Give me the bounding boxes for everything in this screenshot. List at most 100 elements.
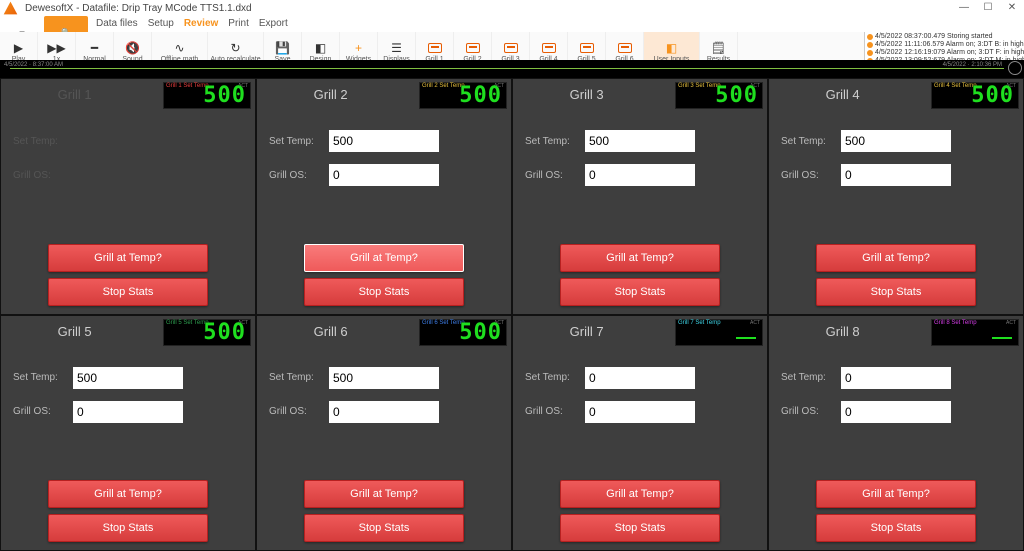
window-minimize-button[interactable]: —: [952, 1, 976, 15]
window-close-button[interactable]: ✕: [1000, 1, 1024, 15]
panel-buttons: Grill at Temp? Stop Stats: [257, 480, 511, 542]
submenu-item-review[interactable]: Review: [184, 18, 218, 29]
lcd-value: 500: [459, 83, 502, 108]
panel-fields: Set Temp:Grill OS:: [269, 364, 499, 432]
submenu-item-data-files[interactable]: Data files: [96, 18, 138, 29]
grill-at-temp-button[interactable]: Grill at Temp?: [560, 480, 720, 508]
input-grillos[interactable]: [841, 164, 951, 186]
window-maximize-button[interactable]: ☐: [976, 1, 1000, 15]
grill-at-temp-button[interactable]: Grill at Temp?: [304, 480, 464, 508]
clock-icon[interactable]: [1008, 61, 1022, 75]
label-grillos: Grill OS:: [269, 170, 329, 181]
input-grillos[interactable]: [585, 164, 695, 186]
lcd-value: 500: [203, 83, 246, 108]
input-settemp[interactable]: [841, 367, 951, 389]
event-text: 4/5/2022 11:11:06.579 Alarm on; 3:DT B: …: [875, 41, 1024, 49]
lcd-value: 500: [715, 83, 758, 108]
grill-at-temp-button[interactable]: Grill at Temp?: [816, 244, 976, 272]
stop-stats-button[interactable]: Stop Stats: [304, 514, 464, 542]
stop-stats-button[interactable]: Stop Stats: [816, 514, 976, 542]
panel-title: Grill 6: [257, 324, 404, 339]
panel-fields: Set Temp:Grill OS:: [781, 127, 1011, 195]
panel-buttons: Grill at Temp? Stop Stats: [513, 244, 767, 306]
event-row: 4/5/2022 08:37:00.479 Storing started: [867, 33, 1022, 41]
lcd-value: 500: [203, 320, 246, 345]
lcd-value: 500: [971, 83, 1014, 108]
event-row: 4/5/2022 11:11:06.579 Alarm on; 3:DT B: …: [867, 41, 1022, 49]
panel-title: Grill 2: [257, 87, 404, 102]
lcd-value: 500: [459, 320, 502, 345]
panel-title: Grill 4: [769, 87, 916, 102]
stop-stats-button[interactable]: Stop Stats: [48, 278, 208, 306]
input-grillos[interactable]: [73, 401, 183, 423]
lcd-display: Grill 6 Set TempACT500: [419, 319, 507, 346]
field-row-settemp: Set Temp:: [13, 364, 243, 392]
timeline-end-label: 4/5/2022 · 2:10:36 PM: [943, 62, 1002, 68]
grill-at-temp-button[interactable]: Grill at Temp?: [304, 244, 464, 272]
stop-stats-button[interactable]: Stop Stats: [560, 514, 720, 542]
panel-grill-5: Grill 5Grill 5 Set TempACT500Set Temp:Gr…: [0, 315, 256, 551]
panel-buttons: Grill at Temp? Stop Stats: [257, 244, 511, 306]
grill-at-temp-button[interactable]: Grill at Temp?: [48, 480, 208, 508]
userinputs-icon: ◧: [666, 40, 677, 56]
panel-buttons: Grill at Temp? Stop Stats: [1, 244, 255, 306]
lcd-display: Grill 2 Set TempACT500: [419, 82, 507, 109]
event-dot-icon: [867, 34, 873, 40]
panel-fields: Set Temp: Grill OS:: [269, 127, 499, 195]
input-settemp[interactable]: [841, 130, 951, 152]
lcd-display: Grill 3 Set TempACT500: [675, 82, 763, 109]
stop-stats-button[interactable]: Stop Stats: [304, 278, 464, 306]
input-grillos[interactable]: [329, 164, 439, 186]
lcd-channel-name: Grill 8 Set Temp: [934, 320, 977, 326]
grill1-icon: [428, 40, 442, 56]
submenu-item-export[interactable]: Export: [259, 18, 288, 29]
submenu-item-setup[interactable]: Setup: [148, 18, 174, 29]
recalc-icon: ↻: [230, 40, 240, 56]
input-settemp[interactable]: [585, 367, 695, 389]
input-settemp[interactable]: [585, 130, 695, 152]
input-settemp[interactable]: [329, 367, 439, 389]
grill-at-temp-button[interactable]: Grill at Temp?: [816, 480, 976, 508]
field-row-settemp: Set Temp:: [13, 127, 243, 155]
lcd-display: Grill 7 Set TempACT: [675, 319, 763, 346]
submenu-item-print[interactable]: Print: [228, 18, 249, 29]
input-grillos[interactable]: [841, 401, 951, 423]
save-icon: 💾: [275, 40, 290, 56]
lcd-act-label: ACT: [750, 320, 760, 326]
panel-grill-6: Grill 6Grill 6 Set TempACT500Set Temp:Gr…: [256, 315, 512, 551]
lcd-dash-icon: [992, 337, 1012, 339]
submenu: Data files Setup Review Print Export: [88, 16, 296, 32]
event-row: 4/5/2022 12:16:19:079 Alarm on; 3:DT F: …: [867, 49, 1022, 57]
input-settemp[interactable]: [329, 130, 439, 152]
input-settemp[interactable]: [73, 367, 183, 389]
panel-grill-8: Grill 8Grill 8 Set TempACTSet Temp:Grill…: [768, 315, 1024, 551]
event-dot-icon: [867, 42, 873, 48]
panel-fields: Set Temp:Grill OS:: [525, 127, 755, 195]
stop-stats-button[interactable]: Stop Stats: [48, 514, 208, 542]
field-row-settemp: Set Temp:: [269, 364, 499, 392]
panel-title: Grill 7: [513, 324, 660, 339]
stop-stats-button[interactable]: Stop Stats: [816, 278, 976, 306]
menu-row: ━ Measure 🔍 Analyze Data filesSetupRevie…: [0, 16, 1024, 60]
sound-icon: 🔇: [125, 40, 140, 56]
grill-at-temp-button[interactable]: Grill at Temp?: [560, 244, 720, 272]
panel-title: Grill 3: [513, 87, 660, 102]
label-settemp: Set Temp:: [269, 372, 329, 383]
grill-at-temp-button[interactable]: Grill at Temp?: [48, 244, 208, 272]
field-row-settemp: Set Temp:: [525, 127, 755, 155]
panel-grill-3: Grill 3Grill 3 Set TempACT500Set Temp:Gr…: [512, 78, 768, 315]
timeline[interactable]: 4/5/2022 · 8:37:00 AM 4/5/2022 · 2:10:36…: [0, 60, 1024, 78]
lcd-display: Grill 4 Set TempACT500: [931, 82, 1019, 109]
stop-stats-button[interactable]: Stop Stats: [560, 278, 720, 306]
window-title: DewesoftX - Datafile: Drip Tray MCode TT…: [25, 3, 252, 14]
lcd-channel-name: Grill 2 Set Temp: [422, 83, 465, 89]
offline-icon: ∿: [174, 40, 184, 56]
input-grillos[interactable]: [585, 401, 695, 423]
lcd-display: Grill 5 Set TempACT500: [163, 319, 251, 346]
lcd-channel-name: Grill 1 Set Temp: [166, 83, 209, 89]
input-grillos[interactable]: [329, 401, 439, 423]
panel-title: Grill 8: [769, 324, 916, 339]
field-row-settemp: Set Temp:: [269, 127, 499, 155]
grill5-icon: [580, 40, 594, 56]
field-row-settemp: Set Temp:: [781, 364, 1011, 392]
